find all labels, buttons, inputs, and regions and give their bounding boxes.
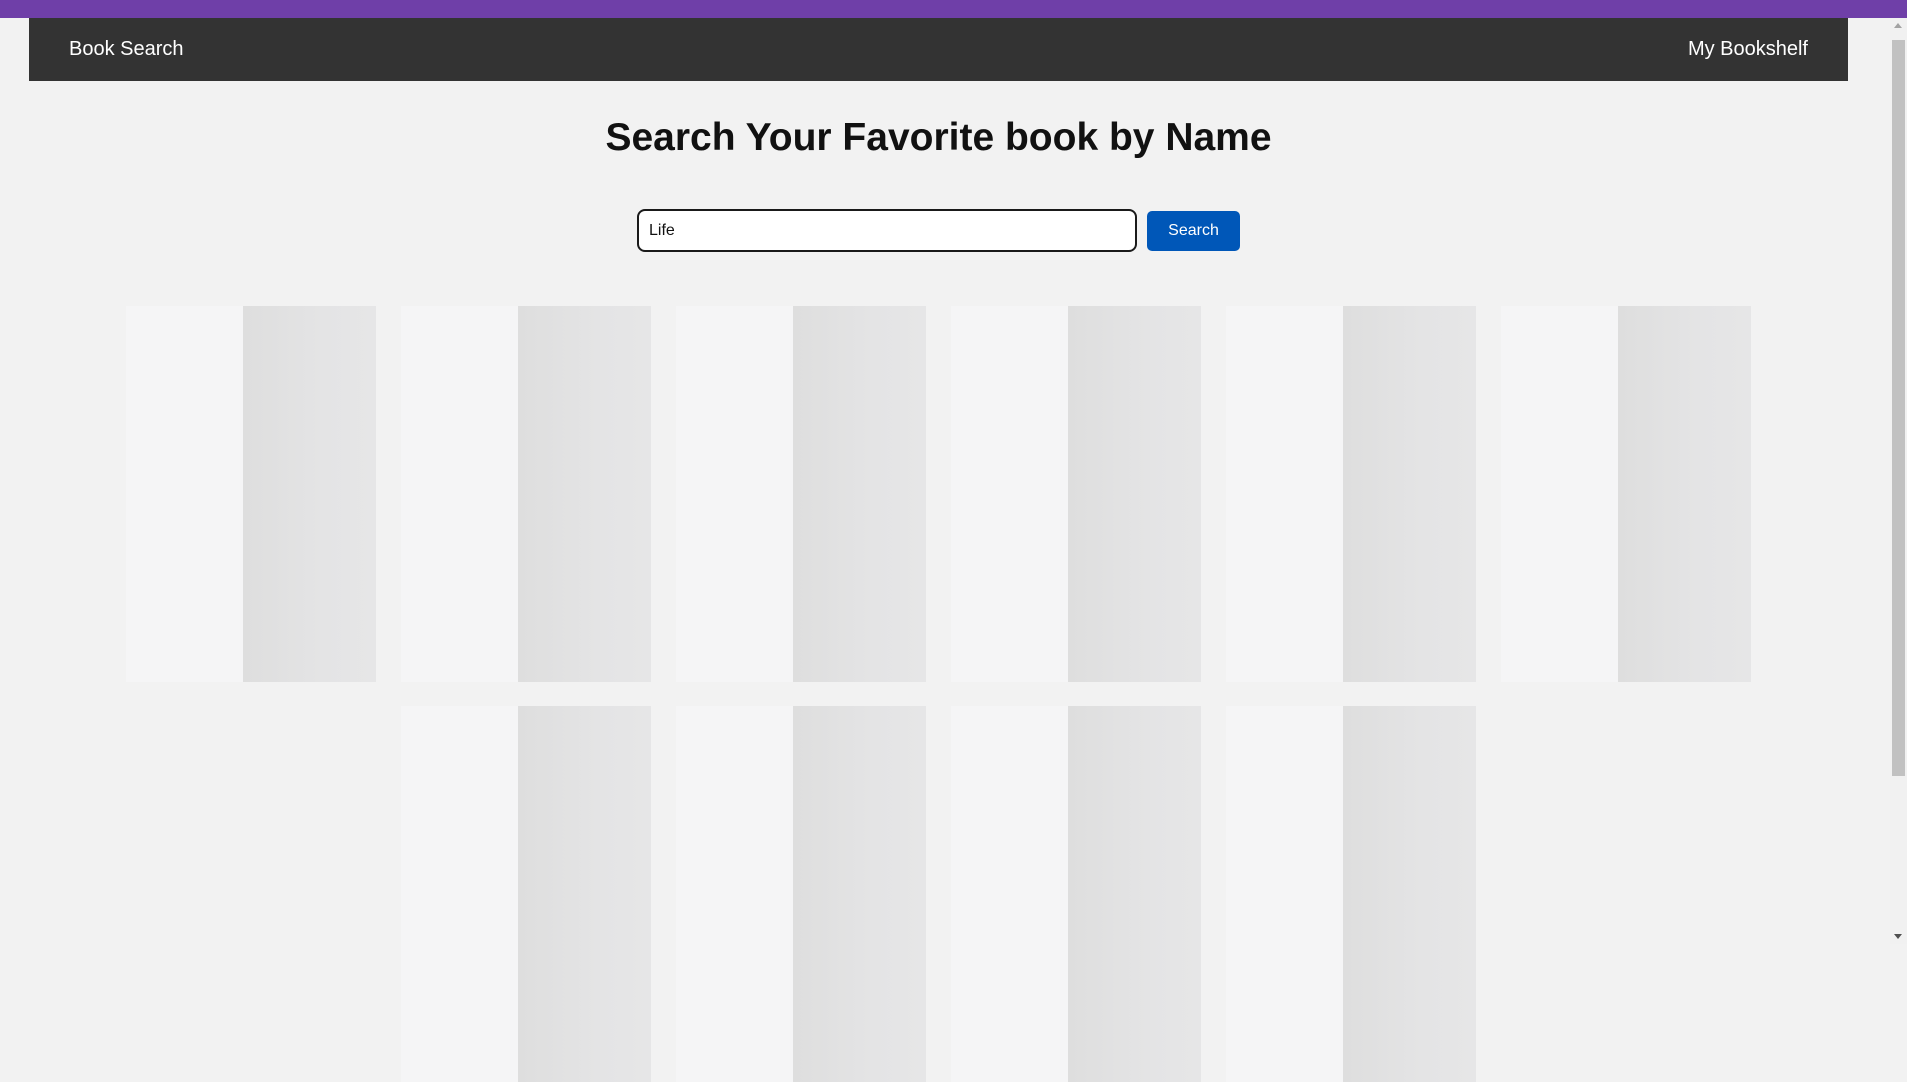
skeleton-shimmer — [1618, 306, 1751, 682]
search-form: Search — [637, 209, 1240, 252]
skeleton-book-card — [126, 306, 376, 682]
scroll-down-arrow-icon[interactable] — [1894, 934, 1902, 939]
scrollbar-thumb[interactable] — [1892, 40, 1905, 776]
skeleton-book-card — [951, 706, 1201, 1082]
skeleton-shimmer — [793, 706, 926, 1082]
skeleton-book-card — [951, 306, 1201, 682]
my-bookshelf-link[interactable]: My Bookshelf — [1688, 38, 1808, 61]
search-button[interactable]: Search — [1147, 210, 1240, 251]
brand-link[interactable]: Book Search — [69, 38, 184, 61]
skeleton-shimmer — [1068, 306, 1201, 682]
scroll-up-arrow-icon[interactable] — [1894, 23, 1902, 28]
skeleton-shimmer — [1343, 306, 1476, 682]
page-title: Search Your Favorite book by Name — [605, 116, 1272, 159]
skeleton-shimmer — [793, 306, 926, 682]
skeleton-book-card — [1501, 306, 1751, 682]
top-navbar: Book Search My Bookshelf — [29, 18, 1848, 81]
skeleton-shimmer — [518, 306, 651, 682]
skeleton-book-card — [1226, 706, 1476, 1082]
vertical-scrollbar[interactable] — [1890, 18, 1907, 944]
skeleton-book-card — [401, 306, 651, 682]
skeleton-book-card — [1226, 306, 1476, 682]
skeleton-shimmer — [1343, 706, 1476, 1082]
bookmarks-bar — [0, 0, 1907, 18]
skeleton-book-card — [676, 306, 926, 682]
search-input[interactable] — [637, 209, 1137, 252]
skeleton-book-card — [401, 706, 651, 1082]
skeleton-shimmer — [1068, 706, 1201, 1082]
skeleton-shimmer — [243, 306, 376, 682]
skeleton-book-card — [676, 706, 926, 1082]
skeleton-shimmer — [518, 706, 651, 1082]
